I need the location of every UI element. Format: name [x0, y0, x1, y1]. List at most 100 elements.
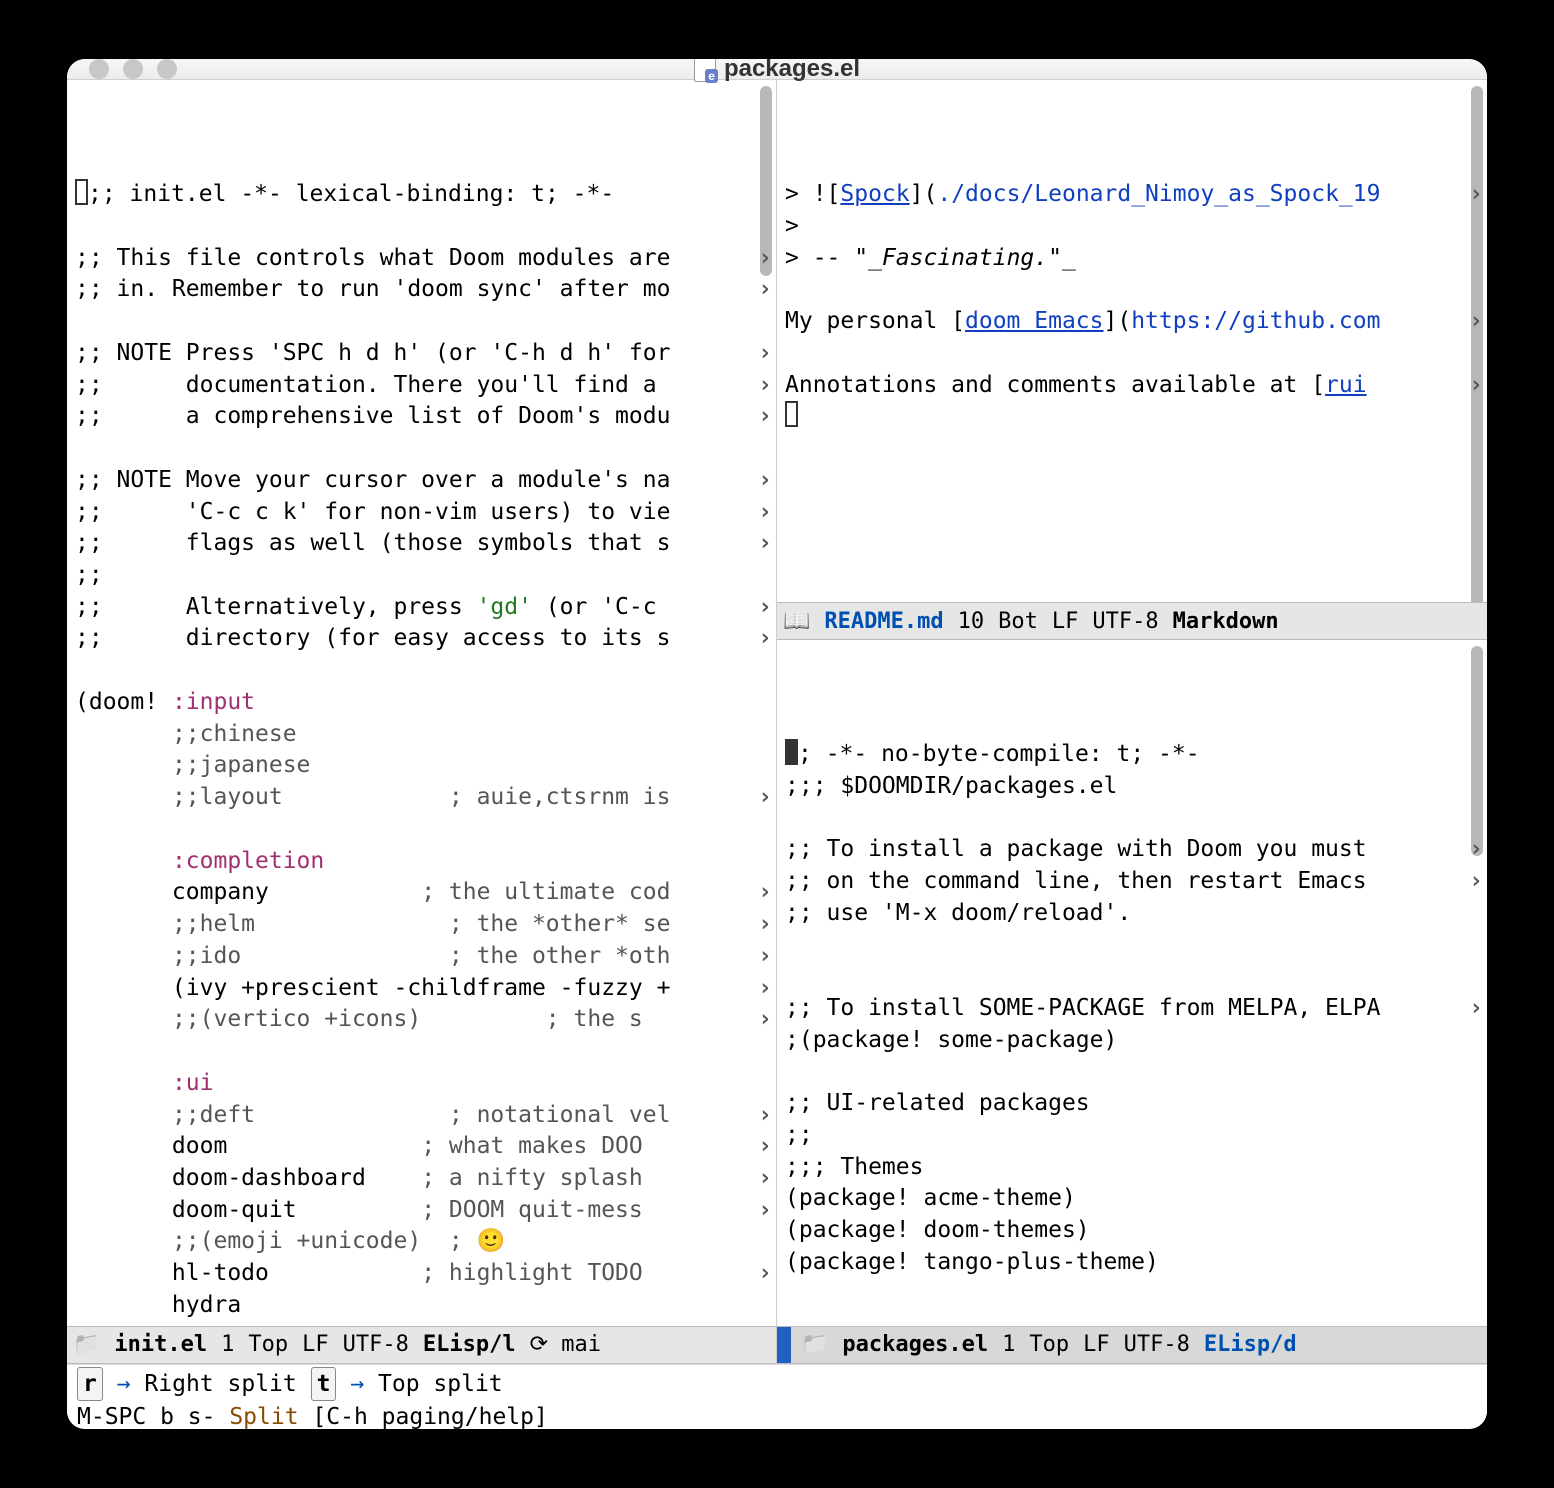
code-line[interactable]: company ; the ultimate cod	[75, 877, 776, 909]
packages-pane: ; -*- no-byte-compile: t; -*-;;; $DOOMDI…	[777, 640, 1487, 1364]
code-line[interactable]: > ![Spock](./docs/Leonard_Nimoy_as_Spock…	[785, 179, 1487, 211]
code-line[interactable]	[75, 1036, 776, 1068]
code-line[interactable]: ;; To install a package with Doom you mu…	[785, 834, 1487, 866]
key-r[interactable]: r	[77, 1367, 103, 1401]
code-line[interactable]: ;;ido ; the other *oth	[75, 941, 776, 973]
code-line[interactable]	[75, 814, 776, 846]
code-line[interactable]	[785, 1057, 1487, 1089]
code-line[interactable]: ;;layout ; auie,ctsrnm is	[75, 782, 776, 814]
hydra-hints: r → Right split t → Top split	[77, 1367, 1477, 1401]
code-line[interactable]: ;;deft ; notational vel	[75, 1100, 776, 1132]
buffer-name: README.md	[824, 609, 943, 634]
code-line[interactable]: doom ; what makes DOO	[75, 1131, 776, 1163]
code-line[interactable]	[785, 930, 1487, 962]
code-line[interactable]: Annotations and comments available at [r…	[785, 370, 1487, 402]
buffer-name: init.el	[114, 1332, 207, 1357]
code-line[interactable]: ;; a comprehensive list of Doom's modu	[75, 401, 776, 433]
code-line[interactable]: > -- "_Fascinating."_	[785, 243, 1487, 275]
left-pane: ;; init.el -*- lexical-binding: t; -*- ;…	[67, 80, 777, 1364]
code-line[interactable]: ; -*- no-byte-compile: t; -*-	[785, 739, 1487, 771]
workspace: ;; init.el -*- lexical-binding: t; -*- ;…	[67, 80, 1487, 1364]
code-line[interactable]: ;; This file controls what Doom modules …	[75, 243, 776, 275]
code-line[interactable]: ;; in. Remember to run 'doom sync' after…	[75, 274, 776, 306]
code-line[interactable]: ;; documentation. There you'll find a	[75, 370, 776, 402]
hydra-title: Split	[229, 1404, 298, 1429]
code-line[interactable]	[785, 338, 1487, 370]
code-line[interactable]: (package! acme-theme)	[785, 1183, 1487, 1215]
code-line[interactable]: ;; NOTE Press 'SPC h d h' (or 'C-h d h' …	[75, 338, 776, 370]
code-line[interactable]: ;;japanese	[75, 750, 776, 782]
code-line[interactable]: (doom! :input	[75, 687, 776, 719]
code-line[interactable]	[785, 803, 1487, 835]
code-line[interactable]: :completion	[75, 846, 776, 878]
code-line[interactable]: (ivy +prescient -childframe -fuzzy +	[75, 973, 776, 1005]
vcs-icon: mai	[530, 1332, 601, 1357]
encoding: UTF-8	[1124, 1332, 1190, 1357]
code-line[interactable]: ;;(emoji +unicode) ; 🙂	[75, 1226, 776, 1258]
key-prefix: M-SPC b s-	[77, 1404, 229, 1429]
code-line[interactable]: ;;	[75, 560, 776, 592]
key-t[interactable]: t	[311, 1367, 337, 1401]
code-line[interactable]: doom-quit ; DOOM quit-mess	[75, 1195, 776, 1227]
code-line[interactable]: ;;helm ; the *other* se	[75, 909, 776, 941]
code-line[interactable]: ;; Alternatively, press 'gd' (or 'C-c	[75, 592, 776, 624]
code-line[interactable]: :ui	[75, 1068, 776, 1100]
code-line[interactable]: ;; init.el -*- lexical-binding: t; -*-	[75, 179, 776, 211]
code-line[interactable]: hl-todo ; highlight TODO	[75, 1258, 776, 1290]
code-line[interactable]: My personal [doom Emacs](https://github.…	[785, 306, 1487, 338]
code-line[interactable]: ;; UI-related packages	[785, 1088, 1487, 1120]
code-line[interactable]: ;; flags as well (those symbols that s	[75, 528, 776, 560]
code-line[interactable]: ;;chinese	[75, 719, 776, 751]
modeline-readme[interactable]: README.md 10 Bot LF UTF-8 Markdown	[777, 602, 1487, 640]
scroll-pos: Bot	[998, 609, 1038, 634]
code-line[interactable]	[75, 655, 776, 687]
buffer-name: packages.el	[842, 1332, 988, 1357]
which-key-prompt: M-SPC b s- Split [C-h paging/help]	[77, 1401, 1477, 1429]
book-icon	[783, 609, 810, 634]
code-line[interactable]	[785, 401, 1487, 433]
code-line[interactable]	[785, 274, 1487, 306]
code-line[interactable]	[785, 961, 1487, 993]
packages-buffer[interactable]: ; -*- no-byte-compile: t; -*-;;; $DOOMDI…	[777, 640, 1487, 1326]
line-pos: 1	[1002, 1332, 1015, 1357]
code-line[interactable]	[75, 433, 776, 465]
code-line[interactable]: ;;; Themes	[785, 1152, 1487, 1184]
code-line[interactable]: ;; directory (for easy access to its s	[75, 623, 776, 655]
code-line[interactable]: ;;(vertico +icons) ; the s	[75, 1004, 776, 1036]
minibuffer[interactable]: r → Right split t → Top split M-SPC b s-…	[67, 1364, 1487, 1429]
line-pos: 10	[958, 609, 985, 634]
init-el-buffer[interactable]: ;; init.el -*- lexical-binding: t; -*- ;…	[67, 80, 776, 1326]
scroll-pos: Top	[248, 1332, 288, 1357]
code-line[interactable]: >	[785, 211, 1487, 243]
folder-icon	[801, 1332, 828, 1357]
code-line[interactable]: ;(package! some-package)	[785, 1025, 1487, 1057]
code-line[interactable]: (package! doom-themes)	[785, 1215, 1487, 1247]
code-line[interactable]: ;; 'C-c c k' for non-vim users) to vie	[75, 497, 776, 529]
code-line[interactable]: ;;	[785, 1120, 1487, 1152]
readme-buffer[interactable]: > ![Spock](./docs/Leonard_Nimoy_as_Spock…	[777, 80, 1487, 602]
titlebar[interactable]: packages.el	[67, 59, 1487, 80]
code-line[interactable]: ;; To install SOME-PACKAGE from MELPA, E…	[785, 993, 1487, 1025]
hint-right-split: Right split	[144, 1371, 296, 1397]
code-line[interactable]: hydra	[75, 1290, 776, 1322]
active-indicator	[777, 1327, 828, 1363]
major-mode: Markdown	[1173, 609, 1279, 634]
line-pos: 1	[221, 1332, 234, 1357]
encoding: UTF-8	[343, 1332, 409, 1357]
code-line[interactable]: ;; NOTE Move your cursor over a module's…	[75, 465, 776, 497]
code-line[interactable]	[75, 211, 776, 243]
code-line[interactable]: ;; use 'M-x doom/reload'.	[785, 898, 1487, 930]
code-line[interactable]: ;;; $DOOMDIR/packages.el	[785, 771, 1487, 803]
modeline-init[interactable]: init.el 1 Top LF UTF-8 ELisp/l mai	[67, 1326, 776, 1364]
right-pane: > ![Spock](./docs/Leonard_Nimoy_as_Spock…	[777, 80, 1487, 1364]
code-line[interactable]: (package! tango-plus-theme)	[785, 1247, 1487, 1279]
hint-top-split: Top split	[378, 1371, 503, 1397]
code-line[interactable]: ;; on the command line, then restart Ema…	[785, 866, 1487, 898]
code-line[interactable]: doom-dashboard ; a nifty splash	[75, 1163, 776, 1195]
major-mode: ELisp/d	[1204, 1332, 1297, 1357]
modeline-packages[interactable]: packages.el 1 Top LF UTF-8 ELisp/d	[777, 1326, 1487, 1364]
readme-pane: > ![Spock](./docs/Leonard_Nimoy_as_Spock…	[777, 80, 1487, 640]
code-line[interactable]	[75, 306, 776, 338]
scroll-pos: Top	[1029, 1332, 1069, 1357]
folder-icon	[73, 1332, 100, 1357]
